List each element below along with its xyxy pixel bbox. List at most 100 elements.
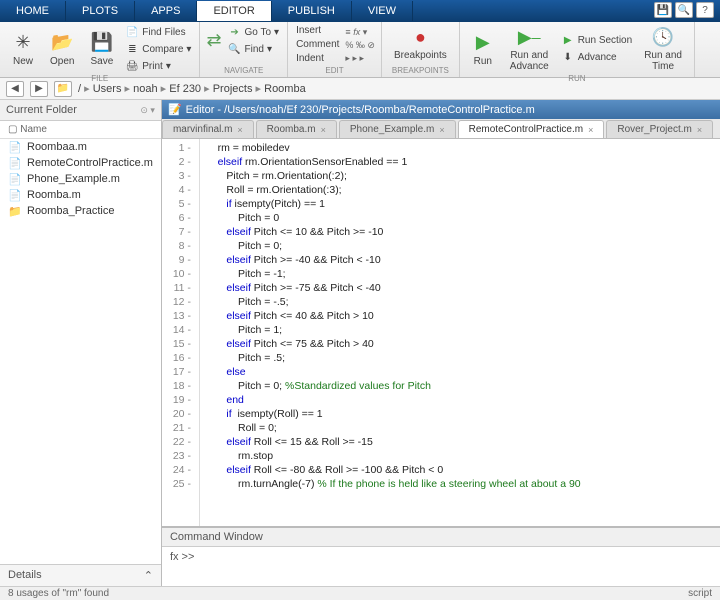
print-button[interactable]: 🖨Print ▾	[123, 58, 193, 74]
details-caret-icon: ⌃	[144, 569, 153, 582]
mfile-icon: 📄	[8, 173, 22, 185]
run-group-label: RUN	[466, 74, 688, 83]
search-quick-icon[interactable]: 🔍	[675, 2, 693, 18]
main-tab-home[interactable]: HOME	[0, 1, 66, 21]
breadcrumb[interactable]: Roomba	[264, 83, 306, 95]
run-icon: ▶	[472, 32, 494, 54]
file-item[interactable]: 📄Roombaa.m	[0, 139, 161, 155]
file-name: Roomba.m	[27, 189, 81, 201]
file-name: Phone_Example.m	[27, 173, 120, 185]
editor-tab[interactable]: marvinfinal.m ×	[162, 120, 254, 138]
save-button[interactable]: 💾Save	[84, 30, 119, 69]
mfile-icon: 📄	[8, 141, 22, 153]
mfile-icon: 📄	[8, 189, 22, 201]
insert-opts[interactable]: ≡ fx ▾	[345, 26, 375, 38]
compare-button[interactable]: ≣Compare ▾	[123, 41, 193, 57]
status-left: 8 usages of "rm" found	[8, 588, 109, 599]
file-name: RemoteControlPractice.m	[27, 157, 153, 169]
nav-group-label: NAVIGATE	[206, 66, 281, 75]
editor-tab[interactable]: Roomba.m ×	[256, 120, 337, 138]
file-name: Roomba_Practice	[27, 205, 114, 217]
main-tab-plots[interactable]: PLOTS	[66, 1, 135, 21]
folder-icon[interactable]: 📁	[54, 81, 72, 97]
insert-button[interactable]: Insert	[294, 24, 341, 37]
editor-title-icon: 📝	[168, 103, 182, 116]
breadcrumb[interactable]: noah	[133, 83, 157, 95]
nav-back[interactable]: ◀	[6, 81, 24, 97]
help-icon[interactable]: ?	[696, 2, 714, 18]
comment-button[interactable]: Comment	[294, 38, 341, 51]
tab-close-icon[interactable]: ×	[237, 125, 242, 135]
tab-label: marvinfinal.m	[173, 124, 232, 135]
save-icon: 💾	[91, 32, 113, 54]
command-window-header[interactable]: Command Window	[162, 528, 720, 547]
tab-label: Roomba.m	[267, 124, 316, 135]
print-icon: 🖨	[125, 59, 139, 73]
save-quick-icon[interactable]: 💾	[654, 2, 672, 18]
advance-button[interactable]: ⬇Advance	[559, 50, 634, 66]
new-icon: ✳	[12, 32, 34, 54]
editor-tab[interactable]: RemoteControlPractice.m ×	[458, 120, 605, 138]
indent-opts[interactable]: ▸ ▸ ▸	[345, 52, 375, 64]
tab-close-icon[interactable]: ×	[588, 125, 593, 135]
compare-icon: ≣	[125, 42, 139, 56]
current-folder-panel: Current Folder⊙ ▾ ▢ Name 📄Roombaa.m📄Remo…	[0, 100, 162, 586]
tab-label: Phone_Example.m	[350, 124, 435, 135]
run-section-button[interactable]: ▶Run Section	[559, 33, 634, 49]
editor-title-bar: 📝Editor - /Users/noah/Ef 230/Projects/Ro…	[162, 100, 720, 119]
breakpoints-icon: ●	[409, 26, 431, 48]
edit-group-label: EDIT	[294, 66, 375, 75]
breadcrumb[interactable]: Projects	[213, 83, 253, 95]
tab-close-icon[interactable]: ×	[321, 125, 326, 135]
status-bar: 8 usages of "rm" found script	[0, 586, 720, 600]
breadcrumb[interactable]: Users	[93, 83, 122, 95]
breakpoints-button[interactable]: ●Breakpoints	[388, 24, 453, 63]
name-column-header[interactable]: ▢ Name	[0, 121, 161, 139]
find-button[interactable]: 🔍Find ▾	[226, 41, 282, 57]
current-folder-header[interactable]: Current Folder⊙ ▾	[0, 100, 161, 121]
find-icon: 🔍	[228, 42, 242, 56]
code-area[interactable]: 1 -2 -3 -4 -5 -6 -7 -8 -9 -10 -11 -12 -1…	[162, 139, 720, 526]
file-item[interactable]: 📄 RemoteControlPractice.m	[0, 155, 161, 171]
tab-label: RemoteControlPractice.m	[469, 124, 583, 135]
run-button[interactable]: ▶Run	[466, 30, 500, 69]
breadcrumb[interactable]: Ef 230	[169, 83, 201, 95]
file-item[interactable]: 📄 Roomba.m	[0, 187, 161, 203]
open-button[interactable]: 📂Open	[44, 30, 80, 69]
main-tabstrip: HOMEPLOTSAPPSEDITORPUBLISHVIEW	[0, 0, 720, 22]
new-button[interactable]: ✳New	[6, 30, 40, 69]
run-time-icon: 🕓	[652, 26, 674, 48]
tab-label: Rover_Project.m	[617, 124, 691, 135]
nav-icon: ⇄	[206, 30, 221, 51]
file-item[interactable]: 📁 Roomba_Practice	[0, 203, 161, 219]
editor-tab[interactable]: Rover_Project.m ×	[606, 120, 713, 138]
tab-add[interactable]: +	[715, 120, 720, 138]
editor-tabs: marvinfinal.m ×Roomba.m ×Phone_Example.m…	[162, 119, 720, 139]
bp-group-label: BREAKPOINTS	[388, 66, 453, 75]
status-right: script	[688, 588, 712, 599]
nav-fwd[interactable]: ▶	[30, 81, 48, 97]
main-tab-editor[interactable]: EDITOR	[197, 1, 271, 21]
command-prompt[interactable]: fx >>	[162, 547, 720, 586]
comment-opts[interactable]: % ‰ ⊘	[345, 39, 375, 51]
run-advance-icon: ▶⎯	[518, 26, 540, 48]
tab-close-icon[interactable]: ×	[697, 125, 702, 135]
open-icon: 📂	[51, 32, 73, 54]
panel-menu-icon[interactable]: ⊙ ▾	[140, 105, 155, 116]
goto-button[interactable]: ➔Go To ▾	[226, 24, 282, 40]
indent-button[interactable]: Indent	[294, 52, 341, 65]
main-tab-publish[interactable]: PUBLISH	[272, 1, 352, 21]
mfile-icon: 📄	[8, 157, 22, 169]
editor-tab[interactable]: Phone_Example.m ×	[339, 120, 456, 138]
run-time-button[interactable]: 🕓Run and Time	[638, 24, 688, 74]
main-tab-view[interactable]: VIEW	[352, 1, 413, 21]
breadcrumb-root[interactable]: /	[78, 83, 81, 95]
find-files-button[interactable]: 📄Find Files	[123, 24, 193, 40]
file-item[interactable]: 📄 Phone_Example.m	[0, 171, 161, 187]
details-bar[interactable]: Details⌃	[0, 564, 161, 586]
tab-close-icon[interactable]: ×	[439, 125, 444, 135]
folder-icon: 📁	[8, 205, 22, 217]
main-tab-apps[interactable]: APPS	[135, 1, 197, 21]
advance-icon: ⬇	[561, 51, 575, 65]
run-advance-button[interactable]: ▶⎯Run and Advance	[504, 24, 555, 74]
